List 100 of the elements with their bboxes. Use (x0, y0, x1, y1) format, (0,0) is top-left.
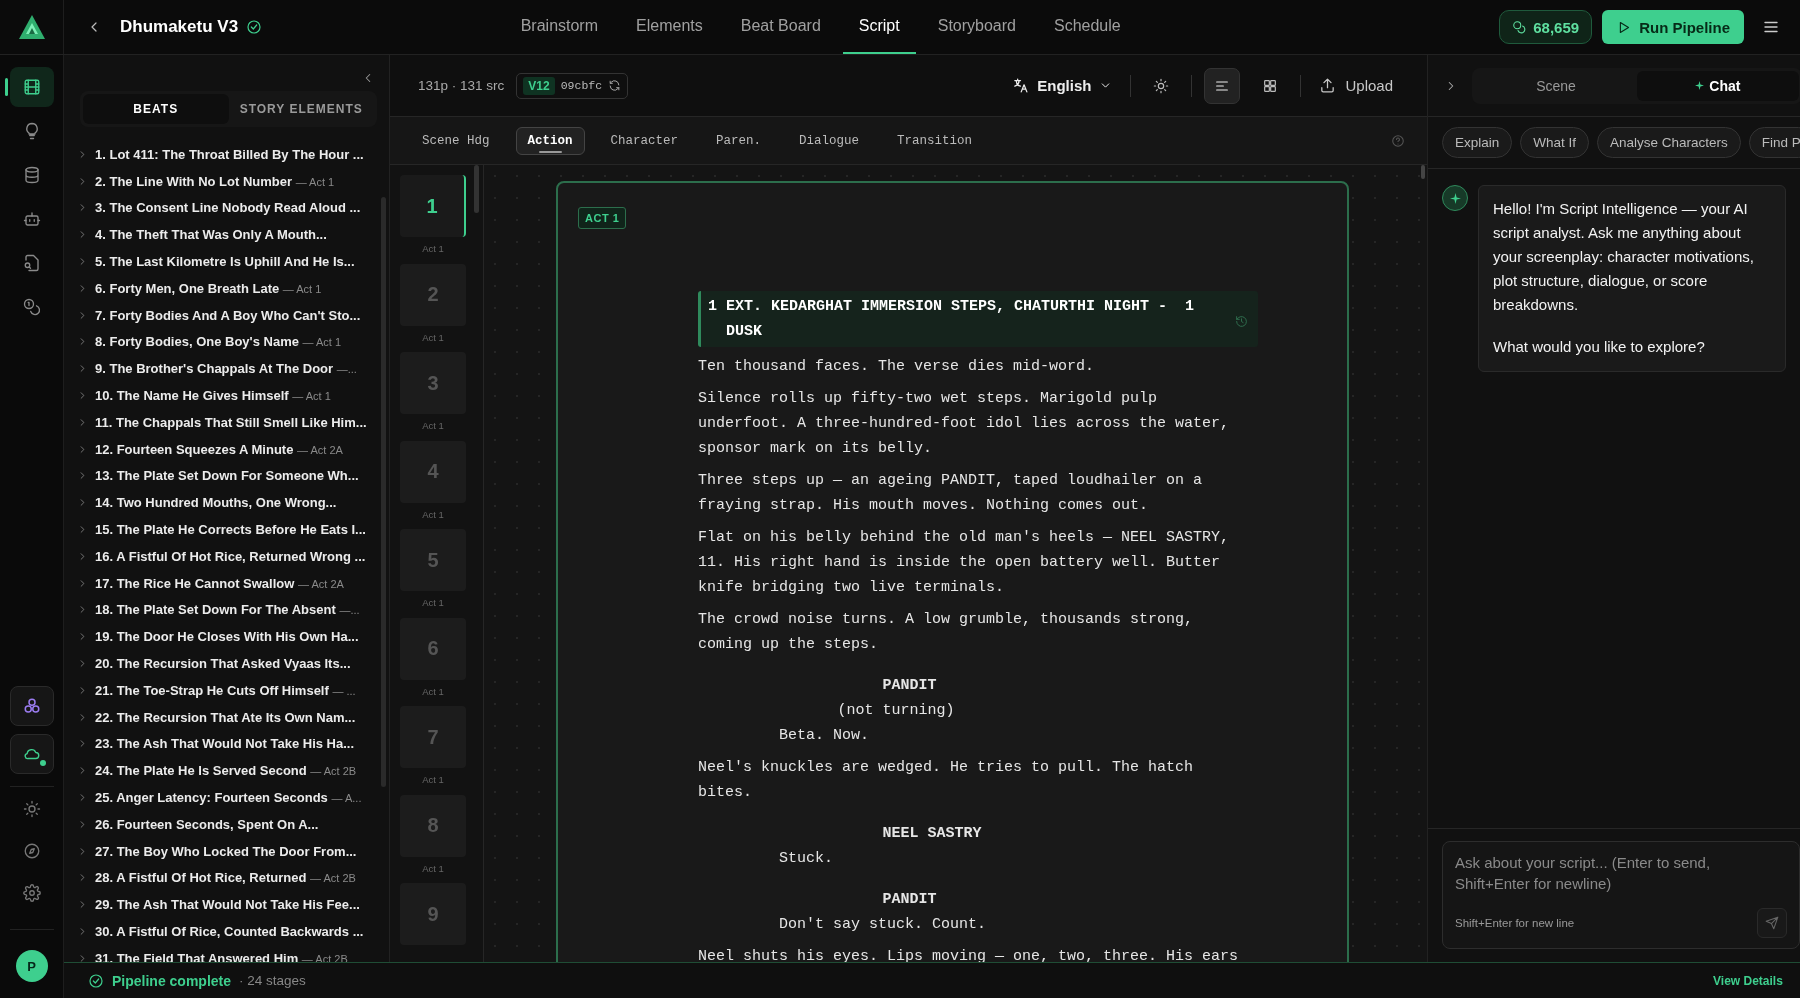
beat-item[interactable]: 21. The Toe-Strap He Cuts Off Himself — ... (77, 676, 389, 704)
element-tab[interactable]: Action (515, 126, 585, 155)
beat-item[interactable]: 12. Fourteen Squeezes A Minute — Act 2A (77, 435, 389, 463)
network-button[interactable] (9, 686, 54, 726)
scene-heading[interactable]: 1 EXT. KEDARGHAT IMMERSION STEPS, CHATURTHI NIGHT - DUSK 1 (698, 291, 1258, 347)
coins-icon (22, 298, 41, 316)
film-icon (22, 78, 41, 96)
beat-item[interactable]: 9. The Brother's Chappals At The Door —... (77, 355, 389, 383)
beat-item[interactable]: 1. Lot 411: The Throat Billed By The Hour ... (77, 141, 389, 168)
scene-act-label: Act 1 (421, 596, 445, 610)
settings-icon (22, 884, 41, 902)
panel-tab[interactable]: BEATS (83, 94, 229, 124)
verified-check-icon (246, 19, 263, 35)
view-details-link[interactable]: View Details (1707, 972, 1789, 989)
pipeline-status: Pipeline complete (112, 972, 232, 989)
nav-tab[interactable]: Schedule (1037, 0, 1137, 54)
user-avatar[interactable]: P (15, 950, 48, 982)
prompt-chip[interactable]: Explain (1442, 127, 1513, 158)
element-tab[interactable]: Dialogue (787, 126, 872, 155)
refresh-icon (608, 79, 622, 92)
beat-item[interactable]: 30. A Fistful Of Rice, Counted Backwards ... (77, 918, 389, 945)
beat-item[interactable]: 14. Two Hundred Mouths, One Wrong... (77, 489, 389, 517)
beat-item[interactable]: 8. Forty Bodies, One Boy's Name — Act 1 (77, 328, 389, 356)
prompt-chip[interactable]: Find P (1748, 127, 1800, 158)
compass-icon (22, 842, 41, 860)
prompt-chip[interactable]: What If (1520, 127, 1590, 158)
database-icon (22, 166, 41, 184)
scene-act-label: Act 1 (421, 507, 445, 522)
assistant-tab[interactable]: Chat (1636, 70, 1799, 101)
beat-item[interactable]: 13. The Plate Set Down For Someone Wh... (77, 462, 389, 490)
beat-item[interactable]: 27. The Boy Who Locked The Door From... (77, 837, 389, 865)
nav-tab[interactable]: Elements (620, 0, 719, 54)
beat-item[interactable]: 24. The Plate He Is Served Second — Act 2B (77, 757, 389, 785)
character-name: NEEL SASTRY (882, 824, 983, 844)
logo-icon[interactable] (17, 14, 46, 40)
beat-item[interactable]: 4. The Theft That Was Only A Mouth... (77, 221, 389, 249)
scene-act-label: Act 1 (421, 684, 445, 699)
dialogue-line: Don't say stuck. Count. (779, 915, 988, 935)
coins-icon (1512, 20, 1527, 34)
beat-item[interactable]: 23. The Ash That Would Not Take His Ha... (77, 730, 389, 758)
prompt-chip[interactable]: Analyse Characters (1597, 127, 1741, 158)
beat-item[interactable]: 3. The Consent Line Nobody Read Aloud ... (77, 194, 389, 222)
grid-icon (1262, 77, 1279, 94)
stage-count: · 24 stages (239, 973, 306, 988)
nav-tab[interactable]: Brainstorm (504, 0, 615, 54)
beat-item[interactable]: 28. A Fistful Of Hot Rice, Returned — Act 2B (77, 864, 389, 892)
nav-tab[interactable]: Beat Board (724, 0, 837, 54)
panel-tab[interactable]: STORY ELEMENTS (228, 94, 374, 124)
sun-icon (1153, 77, 1170, 94)
element-tab[interactable]: Character (598, 126, 691, 155)
chat-input[interactable]: Ask about your script... (Enter to send, Shift+Enter for newline) (1455, 852, 1787, 896)
assistant-tab[interactable]: Scene (1475, 70, 1637, 101)
parenthetical: (not turning) (837, 701, 956, 721)
scene-card[interactable]: 1 (400, 175, 466, 237)
beat-item[interactable]: 29. The Ash That Would Not Take His Fee... (77, 891, 389, 919)
send-icon (1764, 916, 1779, 930)
language-dropdown[interactable]: English (1006, 76, 1119, 95)
beat-item[interactable]: 6. Forty Men, One Breath Late — Act 1 (77, 275, 389, 302)
beat-item[interactable]: 16. A Fistful Of Hot Rice, Returned Wrong ... (77, 542, 389, 570)
element-tab[interactable]: Paren. (704, 126, 774, 155)
character-name: PANDIT (882, 890, 938, 910)
beat-item[interactable]: 10. The Name He Gives Himself — Act 1 (77, 382, 389, 409)
scene-act-label: Act 1 (421, 861, 445, 876)
nav-tab[interactable]: Storyboard (921, 0, 1032, 54)
cloud-button[interactable] (9, 734, 54, 774)
scene-act-label: Act 1 (421, 773, 445, 787)
element-tab[interactable]: Transition (885, 126, 985, 155)
beat-item[interactable]: 11. The Chappals That Still Smell Like Him... (77, 408, 389, 436)
beat-item[interactable]: 15. The Plate He Corrects Before He Eats I... (77, 516, 389, 543)
version-badge[interactable]: V12 09cbfc (516, 72, 629, 99)
robot-icon (22, 210, 41, 228)
scene-act-label: Act 1 (421, 419, 445, 433)
chat-input-box[interactable]: Ask about your script... (Enter to send, Shift+Enter for newline) Shift+Enter for new line (1442, 841, 1800, 949)
input-hint: Shift+Enter for new line (1455, 917, 1575, 929)
dialogue-line: Beta. Now. (779, 726, 870, 746)
beat-item[interactable]: 20. The Recursion That Asked Vyaas Its... (77, 650, 389, 677)
upload-button[interactable]: Upload (1313, 76, 1399, 95)
run-pipeline-button[interactable]: Run Pipeline (1602, 10, 1744, 44)
sparkle-icon (1695, 81, 1705, 90)
assistant-message: Hello! I'm Script Intelligence — your AI script analyst. Ask me anything about your screenplay: character motivations, plot structure, dialogue, or score breakdowns. What would you like to explore? (1478, 185, 1786, 372)
beat-item[interactable]: 7. Forty Bodies And A Boy Who Can't Sto... (77, 301, 389, 329)
beat-item[interactable]: 22. The Recursion That Ate Its Own Nam... (77, 703, 389, 731)
character-name: PANDIT (882, 676, 938, 696)
beat-item[interactable]: 19. The Door He Closes With His Own Ha... (77, 623, 389, 651)
beat-item[interactable]: 17. The Rice He Cannot Swallow — Act 2A (77, 569, 389, 597)
view-button[interactable] (1204, 67, 1241, 104)
beat-item[interactable]: 5. The Last Kilometre Is Uphill And He Is... (77, 248, 389, 275)
dialogue-line: Stuck. (779, 849, 834, 869)
translate-icon (1012, 77, 1030, 94)
file-search-icon (22, 254, 41, 272)
credits-badge: 68,659 (1499, 10, 1593, 44)
send-button[interactable] (1756, 908, 1787, 938)
beat-item[interactable]: 18. The Plate Set Down For The Absent —... (77, 596, 389, 624)
act-badge: ACT 1 (578, 207, 627, 229)
sparkle-icon (1449, 192, 1461, 204)
beat-item[interactable]: 26. Fourteen Seconds, Spent On A... (77, 810, 389, 838)
beat-item[interactable]: 2. The Line With No Lot Number — Act 1 (77, 167, 389, 195)
beat-item[interactable]: 25. Anger Latency: Fourteen Seconds — A... (77, 784, 389, 811)
element-tab[interactable]: Scene Hdg (410, 126, 502, 155)
check-circle-icon (88, 972, 104, 989)
